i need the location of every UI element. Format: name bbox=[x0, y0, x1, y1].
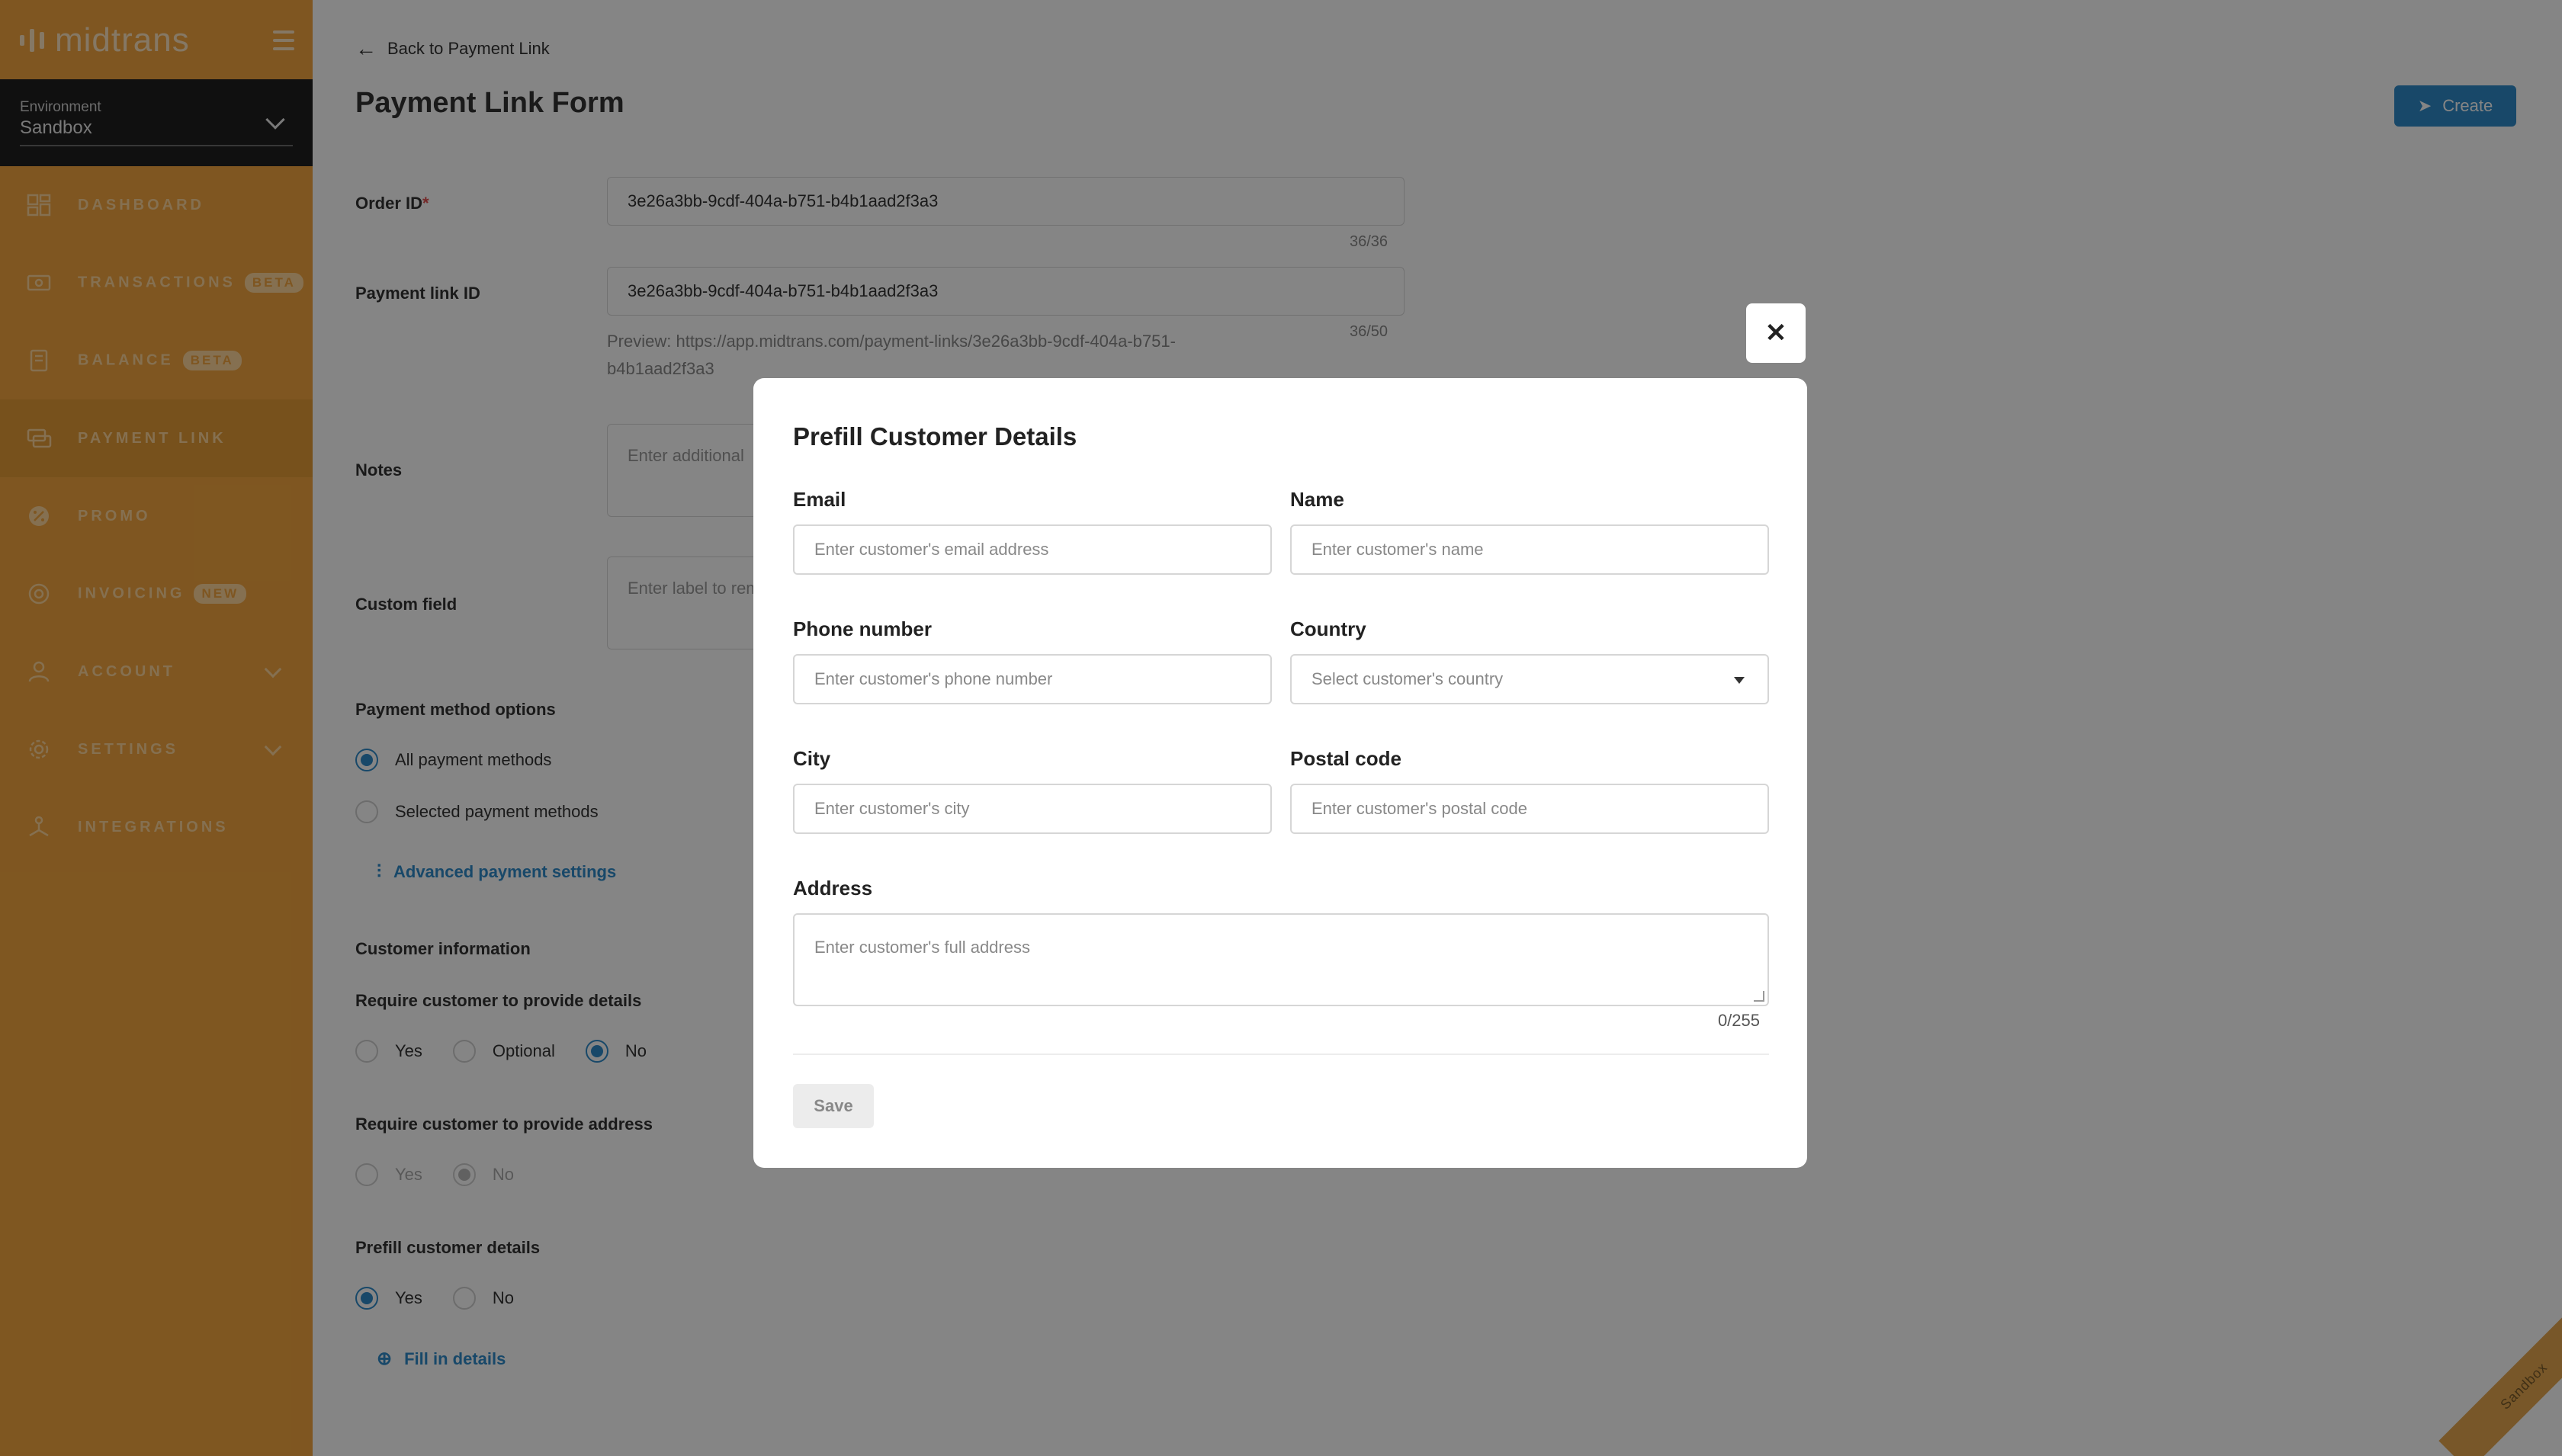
close-modal-button[interactable]: ✕ bbox=[1746, 303, 1806, 363]
country-select-value: Select customer's country bbox=[1312, 669, 1504, 688]
address-label: Address bbox=[793, 877, 873, 900]
name-field[interactable]: Enter customer's name bbox=[1290, 524, 1769, 575]
modal-divider bbox=[793, 1054, 1769, 1055]
resize-handle-icon[interactable] bbox=[1754, 991, 1764, 1002]
email-field[interactable]: Enter customer's email address bbox=[793, 524, 1272, 575]
city-field[interactable]: Enter customer's city bbox=[793, 784, 1272, 834]
prefill-customer-details-modal: Prefill Customer Details Email Enter cus… bbox=[753, 378, 1807, 1168]
name-label: Name bbox=[1290, 488, 1344, 511]
postal-code-label: Postal code bbox=[1290, 747, 1401, 770]
country-select[interactable]: Select customer's country bbox=[1290, 654, 1769, 704]
address-counter: 0/255 bbox=[1717, 1011, 1760, 1030]
phone-field[interactable]: Enter customer's phone number bbox=[793, 654, 1272, 704]
close-icon: ✕ bbox=[1764, 319, 1787, 348]
country-label: Country bbox=[1290, 617, 1366, 640]
address-textarea[interactable]: Enter customer's full address bbox=[793, 913, 1769, 1006]
city-label: City bbox=[793, 747, 831, 770]
save-button[interactable]: Save bbox=[793, 1084, 874, 1128]
address-placeholder: Enter customer's full address bbox=[814, 938, 1030, 957]
email-label: Email bbox=[793, 488, 846, 511]
phone-label: Phone number bbox=[793, 617, 933, 640]
modal-title: Prefill Customer Details bbox=[793, 422, 1077, 451]
postal-code-field[interactable]: Enter customer's postal code bbox=[1290, 784, 1769, 834]
caret-down-icon bbox=[1734, 677, 1745, 684]
